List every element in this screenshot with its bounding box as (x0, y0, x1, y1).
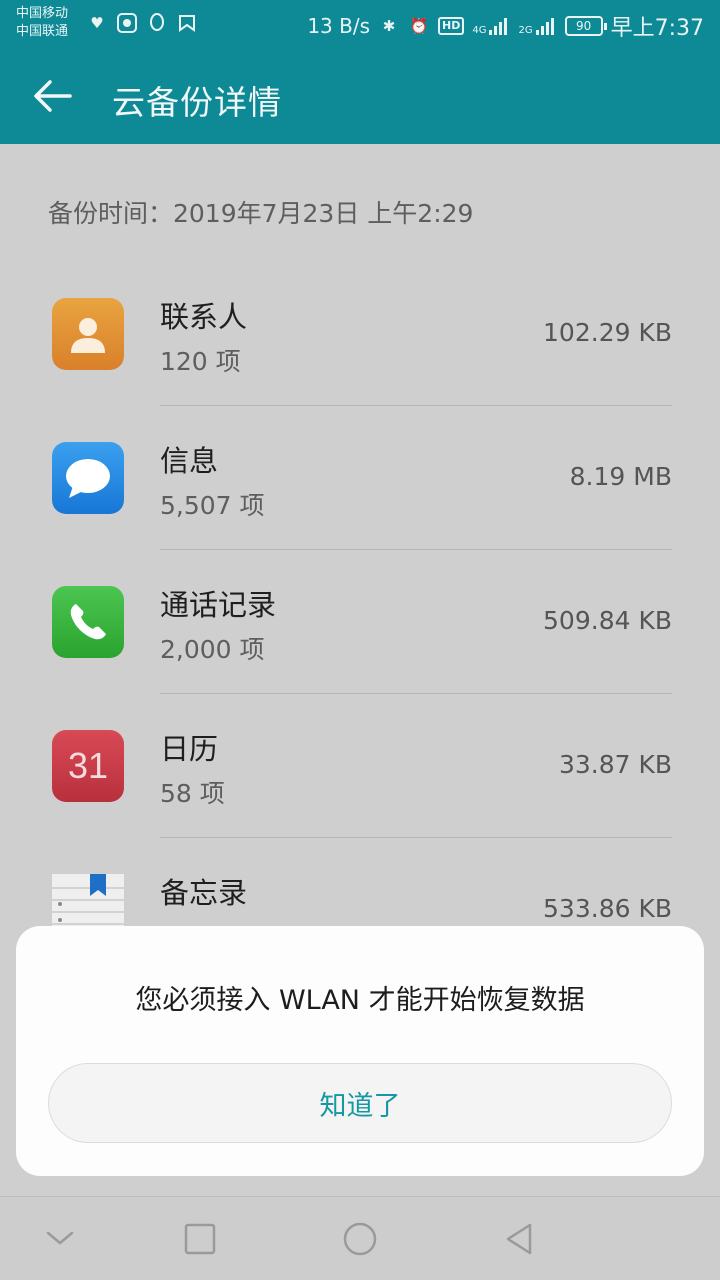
contacts-icon (52, 298, 124, 370)
signal-1: 4G (472, 16, 510, 36)
phone-icon (52, 586, 124, 658)
hd-badge: HD (438, 17, 465, 35)
triangle-back-icon (506, 1223, 532, 1255)
signal-bars-1-icon (489, 18, 508, 35)
back-nav-button[interactable] (500, 1219, 540, 1259)
item-count: 5,507 项 (160, 491, 265, 520)
circle-icon (343, 1222, 377, 1256)
app-notification-icon (116, 12, 138, 34)
carrier-2: 中国联通 (16, 24, 69, 39)
item-name: 日历 (160, 732, 219, 766)
alarm-icon: ⏰ (409, 17, 429, 35)
calendar-icon: 31 (52, 730, 124, 802)
item-size: 533.86 KB (543, 894, 672, 923)
qq-icon (146, 12, 168, 34)
item-size: 33.87 KB (558, 750, 672, 779)
item-name: 备忘录 (160, 876, 248, 910)
status-bar: 中国移动 中国联通 ♥ 13 B/s ✱ ⏰ HD 4G 2G 90 早上7:3… (0, 0, 720, 48)
carrier-1: 中国移动 (16, 6, 69, 21)
clock: 早上7:37 (610, 16, 704, 41)
item-count: 2,000 项 (160, 635, 265, 664)
item-name: 联系人 (160, 300, 248, 334)
item-size: 8.19 MB (569, 462, 672, 491)
hide-nav-button[interactable] (40, 1219, 80, 1259)
chevron-down-icon (46, 1231, 74, 1245)
signal-bars-2-icon (535, 18, 554, 35)
backup-time: 备份时间：2019年7月23日 上午2:29 (48, 199, 474, 228)
health-icon: ♥ (90, 14, 104, 32)
item-name: 信息 (160, 444, 219, 478)
bluetooth-icon: ✱ (382, 17, 396, 35)
list-item-calendar[interactable]: 31 日历 58 项 33.87 KB (0, 694, 720, 838)
messages-icon (52, 442, 124, 514)
page-title: 云备份详情 (112, 83, 282, 122)
network-type-2: 2G (518, 25, 533, 36)
flag-icon (176, 12, 198, 34)
got-it-button[interactable]: 知道了 (48, 1063, 672, 1143)
network-speed: 13 B/s (307, 14, 370, 38)
list-item-call-log[interactable]: 通话记录 2,000 项 509.84 KB (0, 550, 720, 694)
signal-2: 2G (518, 16, 556, 36)
home-button[interactable] (340, 1219, 380, 1259)
recents-button[interactable] (180, 1219, 220, 1259)
navigation-bar (0, 1196, 720, 1280)
square-icon (184, 1223, 216, 1255)
item-count: 120 项 (160, 347, 241, 376)
list-item-contacts[interactable]: 联系人 120 项 102.29 KB (0, 262, 720, 406)
back-arrow-icon (34, 80, 72, 112)
battery-icon: 90 (564, 16, 607, 36)
network-type-1: 4G (472, 25, 487, 36)
backup-item-list: 联系人 120 项 102.29 KB 信息 5,507 项 8.19 MB 通… (0, 262, 720, 982)
back-button[interactable] (30, 76, 80, 116)
notification-icons: ♥ (86, 12, 198, 34)
item-count: 58 项 (160, 779, 225, 808)
item-size: 102.29 KB (543, 318, 672, 347)
dialog-message: 您必须接入 WLAN 才能开始恢复数据 (135, 985, 585, 1016)
app-bar: 云备份详情 (0, 48, 720, 144)
wlan-required-dialog: 您必须接入 WLAN 才能开始恢复数据 知道了 (16, 926, 704, 1176)
list-item-messages[interactable]: 信息 5,507 项 8.19 MB (0, 406, 720, 550)
item-name: 通话记录 (160, 588, 277, 622)
status-right: 13 B/s ✱ ⏰ HD 4G 2G 90 早上7:37 (307, 10, 704, 42)
carrier-info: 中国移动 中国联通 (16, 5, 68, 41)
item-size: 509.84 KB (543, 606, 672, 635)
